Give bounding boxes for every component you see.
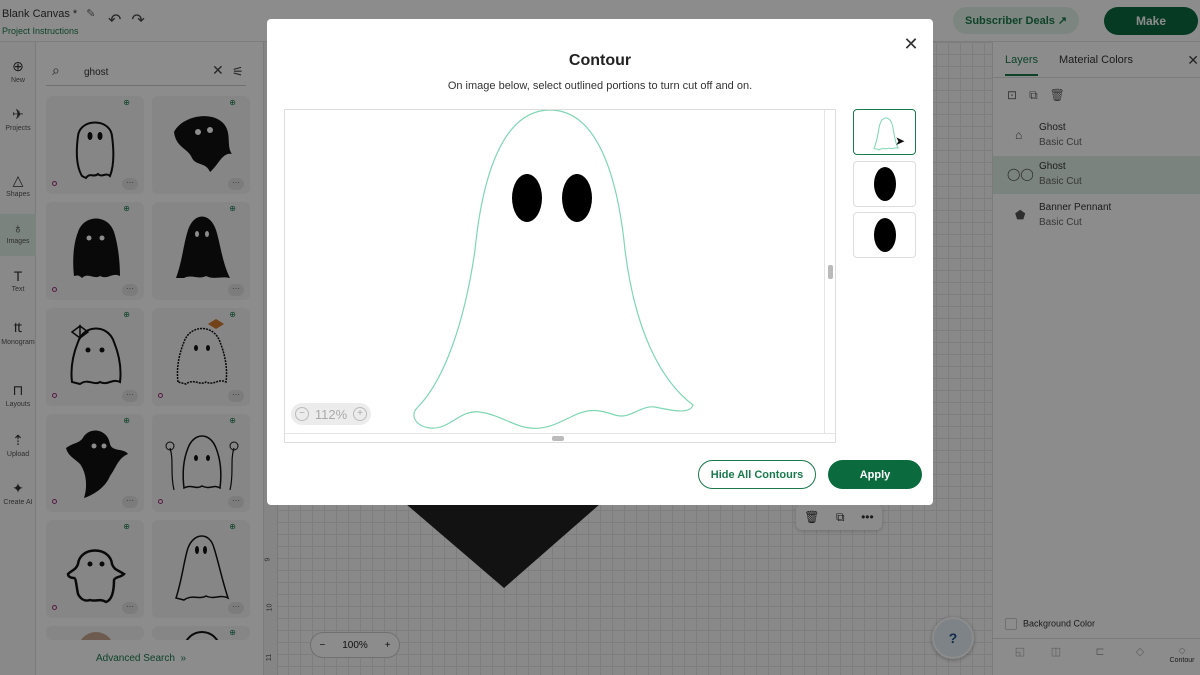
scroll-thumb[interactable] [828, 265, 833, 279]
zoom-in-button[interactable]: + [352, 407, 367, 421]
ghost-preview-image[interactable] [285, 110, 824, 433]
apply-button[interactable]: Apply [828, 460, 922, 489]
zoom-out-button[interactable]: − [295, 407, 309, 421]
dialog-title: Contour [568, 52, 632, 69]
preview-zoom-value: 112% [314, 406, 348, 422]
scroll-thumb[interactable] [552, 436, 564, 441]
preview-horizontal-scrollbar[interactable] [285, 433, 835, 443]
left-eye [512, 174, 542, 222]
hide-all-contours-button[interactable]: Hide All Contours [698, 460, 816, 489]
contour-thumb-ghost[interactable] [853, 109, 916, 155]
contour-thumb-right-eye[interactable] [853, 212, 916, 258]
eye-thumb [874, 167, 896, 201]
preview-zoom-control: − 112% + [291, 403, 371, 425]
contour-dialog: Contour On image below, select outlined … [267, 19, 933, 505]
contour-thumb-left-eye[interactable] [853, 161, 916, 207]
preview-vertical-scrollbar[interactable] [824, 110, 835, 433]
contour-preview[interactable]: − 112% + [284, 109, 836, 443]
ghost-outline-thumb [873, 117, 899, 151]
close-icon[interactable]: ✕ [900, 34, 922, 56]
dialog-instructions: On image below, select outlined portions… [447, 80, 753, 92]
right-eye [562, 174, 592, 222]
ghost-contour-outline [413, 110, 694, 429]
mouse-cursor-icon: ➤ [895, 134, 906, 148]
eye-thumb [874, 218, 896, 252]
